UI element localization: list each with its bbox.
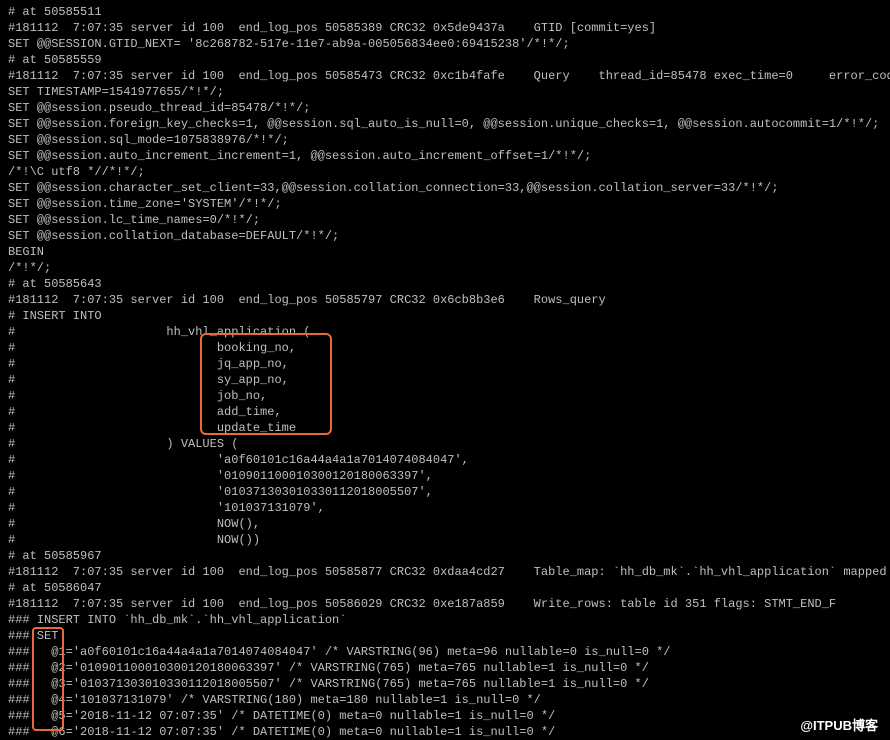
terminal-line: # NOW(),	[8, 516, 882, 532]
terminal-line: ### @5='2018-11-12 07:07:35' /* DATETIME…	[8, 708, 882, 724]
terminal-line: /*!*/;	[8, 260, 882, 276]
terminal-line: SET @@SESSION.GTID_NEXT= '8c268782-517e-…	[8, 36, 882, 52]
terminal-line: # update_time	[8, 420, 882, 436]
terminal-line: #181112 7:07:35 server id 100 end_log_po…	[8, 292, 882, 308]
terminal-line: SET @@session.auto_increment_increment=1…	[8, 148, 882, 164]
terminal-line: # INSERT INTO	[8, 308, 882, 324]
terminal-line: BEGIN	[8, 244, 882, 260]
terminal-line: ### @2='010901100010300120180063397' /* …	[8, 660, 882, 676]
terminal-line: # at 50586047	[8, 580, 882, 596]
terminal-line: ### @4='101037131079' /* VARSTRING(180) …	[8, 692, 882, 708]
terminal-line: #181112 7:07:35 server id 100 end_log_po…	[8, 596, 882, 612]
terminal-line: SET @@session.collation_database=DEFAULT…	[8, 228, 882, 244]
terminal-line: # 'a0f60101c16a44a4a1a7014074084047',	[8, 452, 882, 468]
terminal-line: # add_time,	[8, 404, 882, 420]
terminal-line: # '010371303010330112018005507',	[8, 484, 882, 500]
terminal-line: SET @@session.character_set_client=33,@@…	[8, 180, 882, 196]
terminal-line: SET @@session.sql_mode=1075838976/*!*/;	[8, 132, 882, 148]
terminal-line: ### INSERT INTO `hh_db_mk`.`hh_vhl_appli…	[8, 612, 882, 628]
terminal-line: # jq_app_no,	[8, 356, 882, 372]
watermark-label: @ITPUB博客	[800, 718, 878, 734]
terminal-line: # ) VALUES (	[8, 436, 882, 452]
terminal-line: ### @3='010371303010330112018005507' /* …	[8, 676, 882, 692]
terminal-line: # NOW())	[8, 532, 882, 548]
terminal-line: ### @6='2018-11-12 07:07:35' /* DATETIME…	[8, 724, 882, 740]
terminal-line: # '010901100010300120180063397',	[8, 468, 882, 484]
terminal-line: #181112 7:07:35 server id 100 end_log_po…	[8, 20, 882, 36]
terminal-line: # sy_app_no,	[8, 372, 882, 388]
terminal-line: # at 50585967	[8, 548, 882, 564]
terminal-line: # booking_no,	[8, 340, 882, 356]
terminal-line: SET @@session.time_zone='SYSTEM'/*!*/;	[8, 196, 882, 212]
terminal-line: #181112 7:07:35 server id 100 end_log_po…	[8, 564, 882, 580]
terminal-line: # hh_vhl_application (	[8, 324, 882, 340]
terminal-line: ### @1='a0f60101c16a44a4a1a7014074084047…	[8, 644, 882, 660]
terminal-line: #181112 7:07:35 server id 100 end_log_po…	[8, 68, 882, 84]
terminal-line: # job_no,	[8, 388, 882, 404]
terminal-output: # at 50585511#181112 7:07:35 server id 1…	[0, 0, 890, 740]
terminal-line: # at 50585643	[8, 276, 882, 292]
terminal-line: SET TIMESTAMP=1541977655/*!*/;	[8, 84, 882, 100]
terminal-line: SET @@session.lc_time_names=0/*!*/;	[8, 212, 882, 228]
terminal-line: SET @@session.pseudo_thread_id=85478/*!*…	[8, 100, 882, 116]
terminal-line: # at 50585511	[8, 4, 882, 20]
terminal-line: SET @@session.foreign_key_checks=1, @@se…	[8, 116, 882, 132]
terminal-line: /*!\C utf8 *//*!*/;	[8, 164, 882, 180]
terminal-line: # '101037131079',	[8, 500, 882, 516]
terminal-line: # at 50585559	[8, 52, 882, 68]
terminal-line: ### SET	[8, 628, 882, 644]
